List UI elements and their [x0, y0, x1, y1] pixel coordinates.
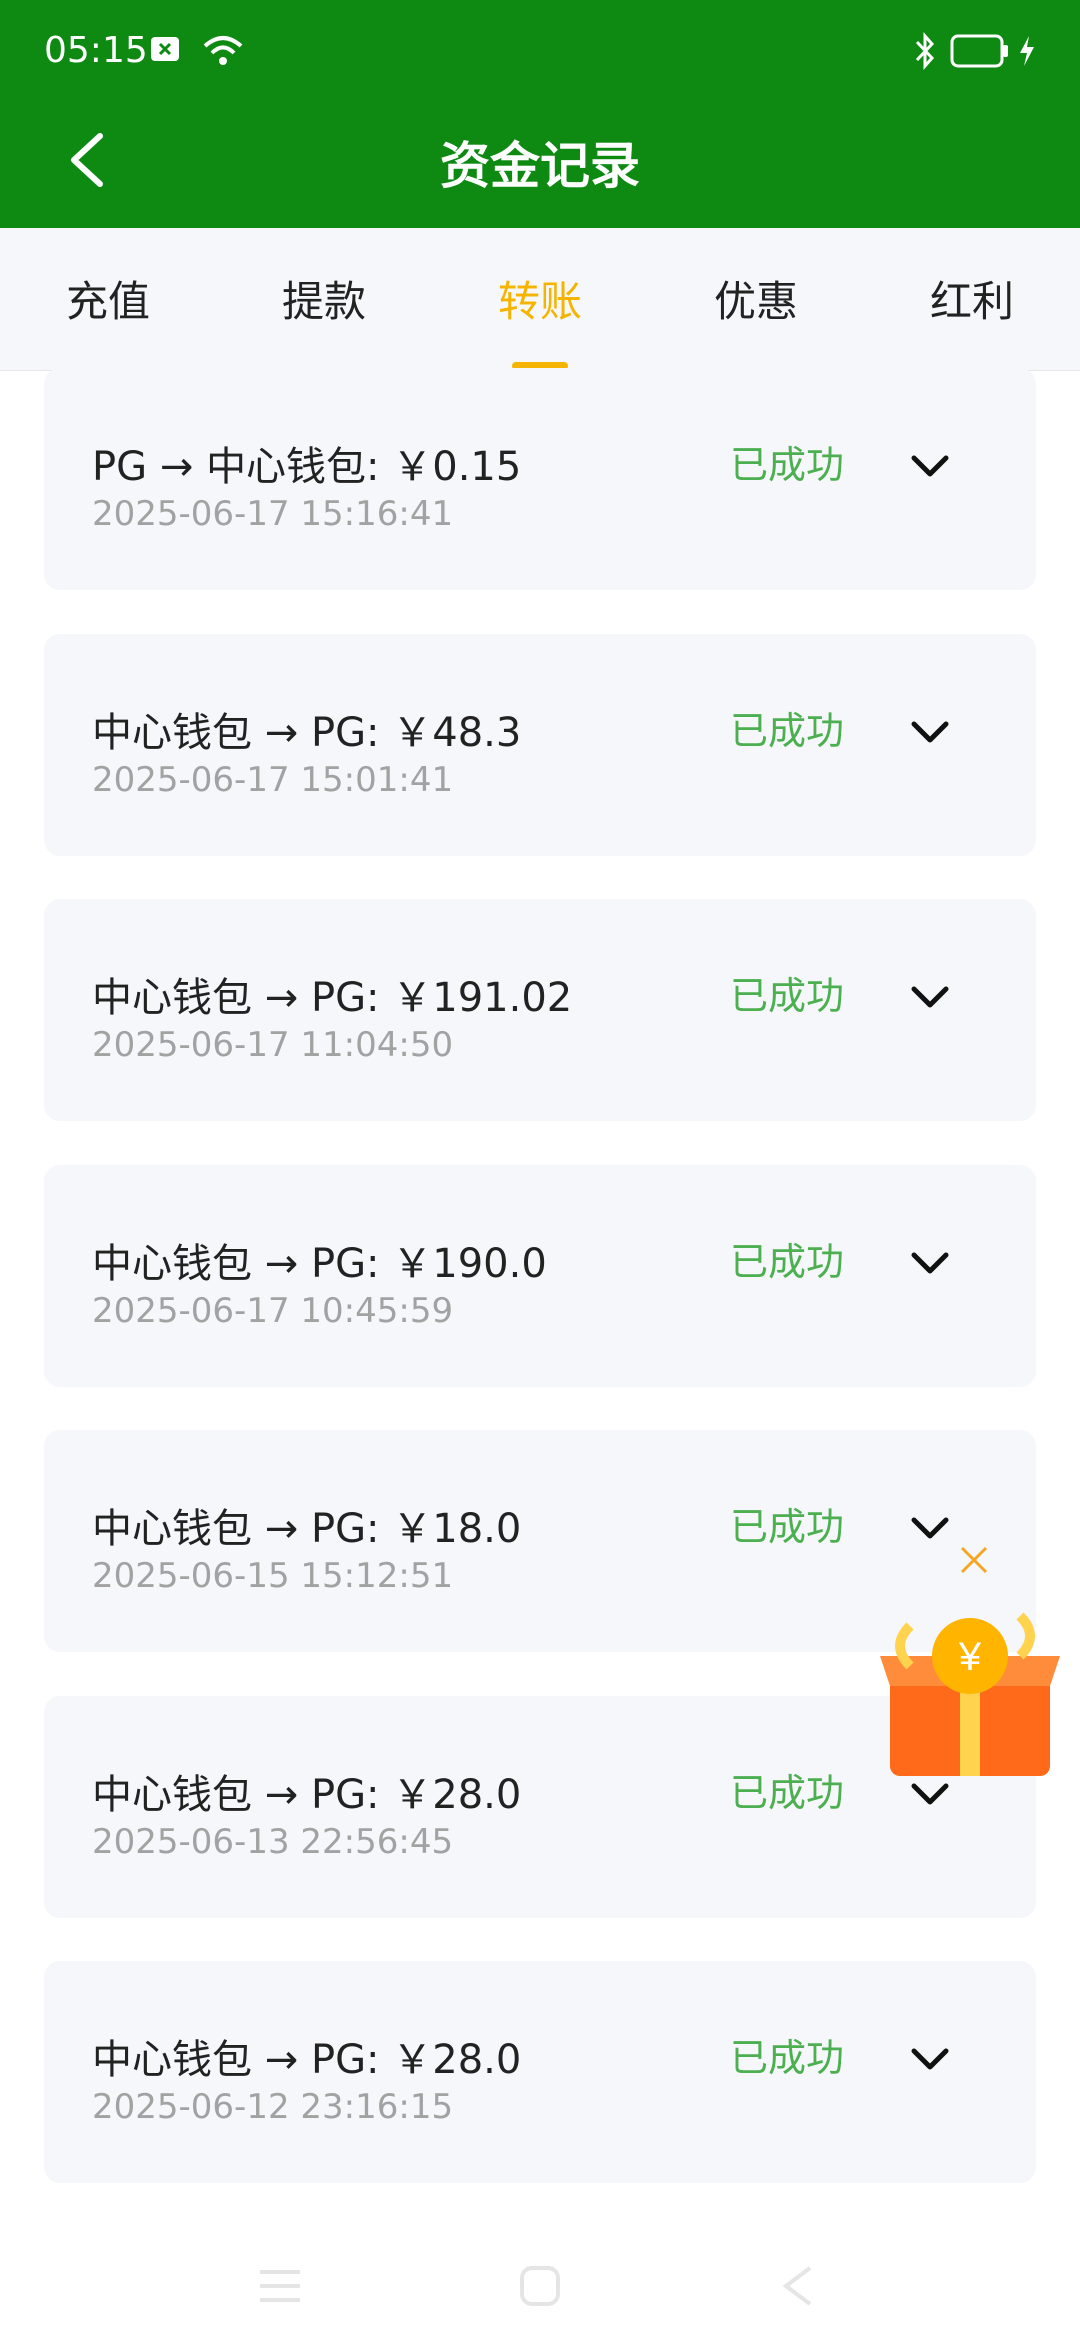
app-header: 05:15 资金记录: [0, 0, 1080, 228]
transfer-date: 2025-06-15 15:12:51: [92, 1556, 454, 1596]
status-badge: 已成功: [730, 1771, 845, 1815]
tab-bar: 充值 提款 转账 优惠 红利: [0, 228, 1080, 371]
status-badge: 已成功: [730, 443, 845, 487]
transfer-amount: 中心钱包 → PG: ￥28.0: [92, 2037, 522, 2083]
tab-transfer[interactable]: 转账: [432, 268, 648, 329]
notification-x-icon: [150, 36, 180, 66]
menu-icon[interactable]: [250, 2256, 310, 2316]
svg-text:¥: ¥: [958, 1635, 982, 1679]
chevron-down-icon[interactable]: [906, 1239, 954, 1287]
tab-bonus[interactable]: 红利: [864, 268, 1080, 329]
list-item[interactable]: 中心钱包 → PG: ￥190.0 2025-06-17 10:45:59 已成…: [44, 1165, 1036, 1387]
tab-recharge[interactable]: 充值: [0, 268, 216, 329]
chevron-down-icon[interactable]: [906, 442, 954, 490]
status-bar: 05:15: [0, 0, 1080, 110]
list-item[interactable]: 中心钱包 → PG: ￥191.02 2025-06-17 11:04:50 已…: [44, 899, 1036, 1121]
transfer-amount: 中心钱包 → PG: ￥191.02: [92, 975, 573, 1021]
status-badge: 已成功: [730, 1505, 845, 1549]
list-item[interactable]: 中心钱包 → PG: ￥28.0 2025-06-12 23:16:15 已成功: [44, 1961, 1036, 2183]
list-item[interactable]: 中心钱包 → PG: ￥48.3 2025-06-17 15:01:41 已成功: [44, 634, 1036, 856]
transfer-date: 2025-06-17 15:01:41: [92, 760, 454, 800]
wifi-icon: [202, 34, 244, 72]
chevron-down-icon[interactable]: [906, 708, 954, 756]
transfer-amount: 中心钱包 → PG: ￥190.0: [92, 1241, 547, 1287]
charging-icon: [1016, 34, 1038, 72]
bluetooth-icon: [912, 30, 938, 76]
chevron-down-icon[interactable]: [906, 2035, 954, 2083]
system-nav-bar: [0, 2226, 1080, 2340]
status-time: 05:15: [44, 30, 148, 71]
floating-gift-promo[interactable]: ¥: [870, 1540, 1070, 1800]
status-badge: 已成功: [730, 2036, 845, 2080]
transfer-date: 2025-06-17 15:16:41: [92, 494, 454, 534]
transfer-date: 2025-06-17 11:04:50: [92, 1025, 454, 1065]
status-badge: 已成功: [730, 974, 845, 1018]
transfer-amount: 中心钱包 → PG: ￥28.0: [92, 1772, 522, 1818]
tab-withdraw[interactable]: 提款: [216, 268, 432, 329]
page-title: 资金记录: [440, 137, 640, 195]
status-badge: 已成功: [730, 709, 845, 753]
back-icon[interactable]: [770, 2256, 830, 2316]
close-icon[interactable]: [954, 1540, 994, 1580]
transfer-date: 2025-06-13 22:56:45: [92, 1822, 454, 1862]
list-item[interactable]: PG → 中心钱包: ￥0.15 2025-06-17 15:16:41 已成功: [44, 368, 1036, 590]
gift-box-icon[interactable]: ¥: [870, 1596, 1070, 1796]
tab-promotions[interactable]: 优惠: [648, 268, 864, 329]
home-icon[interactable]: [510, 2256, 570, 2316]
transfer-amount: PG → 中心钱包: ￥0.15: [92, 444, 522, 490]
status-badge: 已成功: [730, 1240, 845, 1284]
transfer-date: 2025-06-17 10:45:59: [92, 1291, 454, 1331]
battery-icon: [950, 34, 1010, 72]
transfer-amount: 中心钱包 → PG: ￥48.3: [92, 710, 522, 756]
transfer-date: 2025-06-12 23:16:15: [92, 2087, 454, 2127]
transfer-amount: 中心钱包 → PG: ￥18.0: [92, 1506, 522, 1552]
chevron-down-icon[interactable]: [906, 973, 954, 1021]
